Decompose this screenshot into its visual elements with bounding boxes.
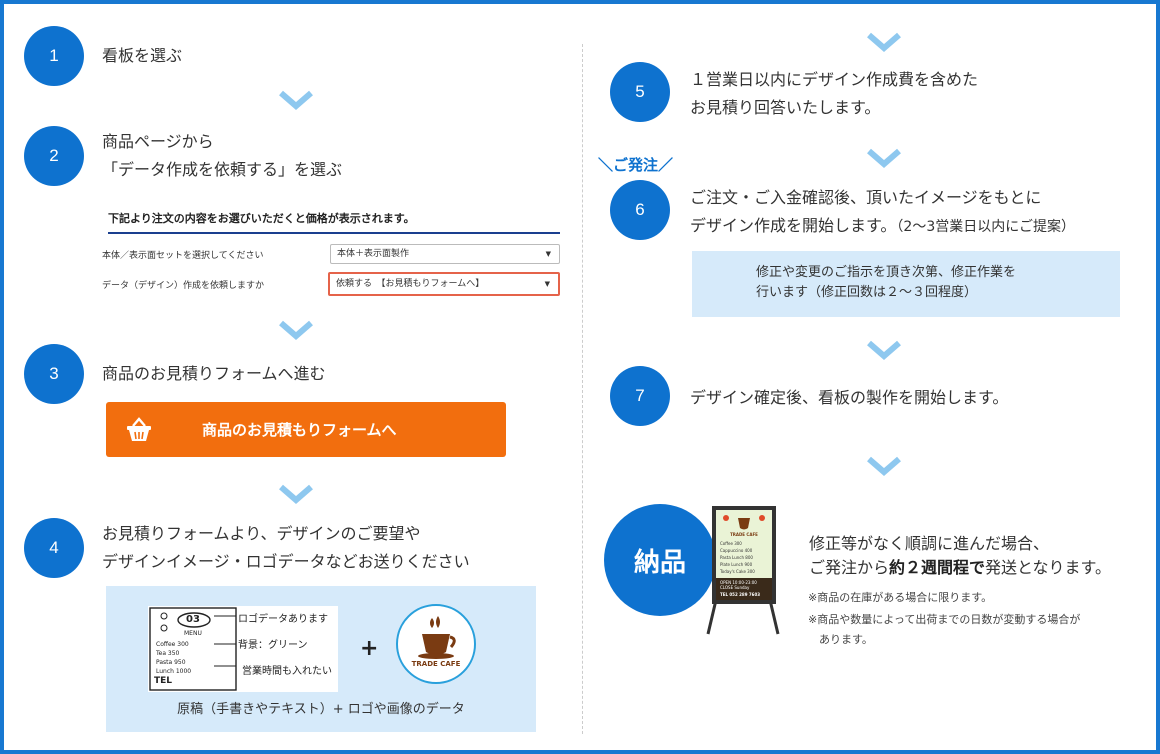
- board-menu: Coffee 300 Cappuccino 400 Pasta Lunch 80…: [720, 541, 755, 574]
- note-hours: 営業時間も入れたい: [242, 666, 332, 677]
- step-number-5: 5: [610, 62, 670, 122]
- board-title: TRADE CAFE: [730, 532, 758, 537]
- page-frame: 1 看板を選ぶ 2 商品ページから 「データ作成を依頼する」を選ぶ 下記より注文の…: [0, 0, 1160, 754]
- trade-cafe-logo: TRADE CAFE: [396, 604, 476, 684]
- chevron-down-icon: [279, 320, 313, 340]
- materials-caption: 原稿（手書きやテキスト）+ ロゴや画像のデータ: [177, 702, 465, 717]
- step-number-3: 3: [24, 344, 84, 404]
- chevron-down-icon: [867, 340, 901, 360]
- chevron-down-icon: [867, 148, 901, 168]
- chevron-down-icon: [279, 90, 313, 110]
- step-number-1: 1: [24, 26, 84, 86]
- delivery-circle: 納品: [604, 504, 716, 616]
- delivery-text: 修正等がなく順調に進んだ場合、 ご発注から約２週間程で発送となります。: [809, 534, 1111, 577]
- step-5-text: １営業日以内にデザイン作成費を含めた お見積り回答いたします。: [690, 70, 979, 117]
- dropdown-arrow-icon: ▼: [544, 280, 550, 288]
- step-6-text: ご注文・ご入金確認後、頂いたイメージをもとに デザイン作成を開始します。（2〜3…: [690, 188, 1075, 235]
- sketch-menu: Coffee 300 Tea 350 Pasta 950 Lunch 1000: [156, 641, 192, 675]
- chevron-down-icon: [279, 484, 313, 504]
- chevron-down-icon: [867, 32, 901, 52]
- plus-sign: +: [360, 636, 379, 661]
- column-divider: [582, 44, 583, 734]
- data-request-select[interactable]: 依頼する 【お見積もりフォームへ】 ▼: [328, 272, 560, 296]
- step-2-text: 商品ページから 「データ作成を依頼する」を選ぶ: [102, 132, 343, 179]
- handwritten-draft-image: 03 MENU Coffee 300 Tea 350 Pasta 950 Lun…: [148, 606, 338, 692]
- a-frame-sign-image: TRADE CAFE Coffee 300 Cappuccino 400 Pas…: [704, 504, 784, 636]
- step-number-2: 2: [24, 126, 84, 186]
- coffee-cup-icon: [418, 616, 456, 659]
- note-background: 背景：グリーン: [238, 640, 308, 651]
- revision-panel: 修正や変更のご指示を頂き次第、修正作業を 行います（修正回数は２〜３回程度）: [692, 251, 1120, 317]
- order-tag: ＼ご発注／: [598, 156, 674, 174]
- step-number-7: 7: [610, 366, 670, 426]
- step-1-text: 看板を選ぶ: [102, 46, 183, 65]
- shipping-note-cont: あります。: [808, 633, 873, 646]
- materials-panel: 03 MENU Coffee 300 Tea 350 Pasta 950 Lun…: [106, 586, 536, 732]
- body-set-select[interactable]: 本体＋表示面製作 ▼: [330, 244, 560, 264]
- form-row2-label: データ（デザイン）作成を依頼しますか: [102, 281, 265, 291]
- step-3-text: 商品のお見積りフォームへ進む: [102, 364, 326, 383]
- sketch-tel: TEL: [154, 676, 173, 686]
- step-number-4: 4: [24, 518, 84, 578]
- estimate-form-button-label: 商品のお見積もりフォームへ: [202, 421, 397, 439]
- form-row1-label: 本体／表示面セットを選択してください: [102, 251, 264, 261]
- estimate-form-button[interactable]: 商品のお見積もりフォームへ: [106, 402, 506, 457]
- board-tel: TEL 052 289 7603: [720, 592, 761, 597]
- note-logo-data: ロゴデータあります: [238, 614, 328, 625]
- stock-note: ※商品の在庫がある場合に限ります。: [808, 591, 993, 604]
- step-4-text: お見積りフォームより、デザインのご要望や デザインイメージ・ロゴデータなどお送りく…: [102, 524, 470, 571]
- form-title: 下記より注文の内容をお選びいただくと価格が表示されます。: [108, 210, 560, 234]
- logo-text: TRADE CAFE: [411, 660, 461, 668]
- basket-icon: [127, 417, 151, 441]
- sketch-sub: MENU: [184, 630, 202, 637]
- step-7-text: デザイン確定後、看板の製作を開始します。: [690, 388, 1009, 407]
- chevron-down-icon: [867, 456, 901, 476]
- dropdown-arrow-icon: ▼: [545, 250, 551, 258]
- step-number-6: 6: [610, 180, 670, 240]
- shipping-note: ※商品や数量によって出荷までの日数が変動する場合が: [808, 613, 1081, 626]
- board-hours: OPEN 10:00-23:00 CLOSE Sunday: [720, 580, 757, 590]
- sketch-header: 03: [186, 614, 200, 625]
